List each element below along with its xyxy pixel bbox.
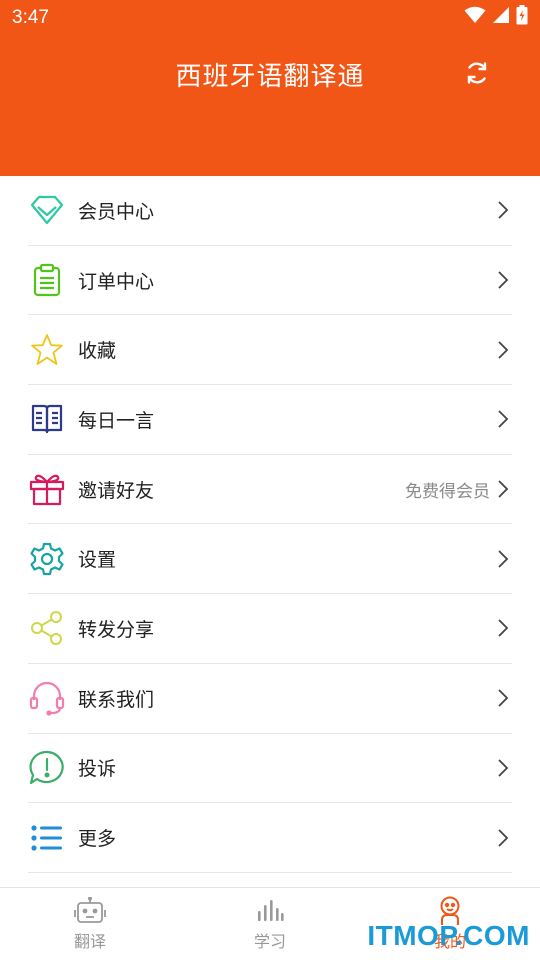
menu-item-vip[interactable]: 会员中心 [28, 176, 512, 246]
nav-tab-study[interactable]: 学习 [180, 888, 360, 960]
gear-icon [28, 540, 66, 578]
chevron-right-icon [494, 548, 512, 570]
chevron-right-icon [494, 827, 512, 849]
bars-icon [254, 896, 286, 926]
battery-icon [516, 5, 528, 31]
diamond-icon [28, 191, 66, 229]
chevron-right-icon [494, 757, 512, 779]
nav-tab-label: 翻译 [73, 932, 106, 951]
invite-hint: 免费得会员 [405, 481, 490, 502]
app-header: 西班牙语翻译通 [0, 36, 540, 176]
refresh-icon[interactable] [462, 58, 492, 88]
menu-item-label: 每日一言 [78, 409, 155, 432]
star-icon [28, 331, 66, 369]
status-time: 3:47 [12, 7, 49, 28]
menu-item-daily[interactable]: 每日一言 [28, 385, 512, 455]
headset-icon [28, 679, 66, 717]
menu-item-label: 会员中心 [78, 200, 155, 223]
menu-item-label: 联系我们 [78, 688, 155, 711]
menu-item-favorites[interactable]: 收藏 [28, 315, 512, 386]
chevron-right-icon [494, 269, 512, 291]
chevron-right-icon [494, 408, 512, 430]
profile-menu: 会员中心 订单中心 收藏 每日一言 邀请好友 免费得会员 设置 转发分享 联系我… [0, 176, 540, 873]
alert-bubble-icon [28, 749, 66, 787]
menu-item-more[interactable]: 更多 [28, 803, 512, 873]
book-icon [28, 400, 66, 438]
chevron-right-icon [494, 617, 512, 639]
menu-item-settings[interactable]: 设置 [28, 524, 512, 595]
chevron-right-icon [494, 687, 512, 709]
share-icon [28, 609, 66, 647]
menu-item-share[interactable]: 转发分享 [28, 594, 512, 664]
nav-tab-label: 学习 [253, 932, 286, 951]
menu-item-invite[interactable]: 邀请好友 免费得会员 [28, 455, 512, 525]
chevron-right-icon [494, 199, 512, 221]
menu-item-orders[interactable]: 订单中心 [28, 246, 512, 316]
menu-item-label: 转发分享 [78, 618, 155, 641]
menu-item-complaint[interactable]: 投诉 [28, 734, 512, 804]
nav-tab-translate[interactable]: 翻译 [0, 888, 180, 960]
menu-item-label: 邀请好友 [78, 479, 155, 502]
menu-item-label: 收藏 [78, 340, 117, 363]
menu-item-label: 更多 [78, 828, 117, 851]
gift-icon [28, 470, 66, 508]
robot-icon [74, 896, 106, 926]
status-bar: 3:47 [0, 0, 540, 36]
wifi-icon [464, 6, 486, 30]
chevron-right-icon [494, 478, 512, 500]
clipboard-icon [28, 261, 66, 299]
menu-item-label: 设置 [78, 549, 117, 572]
system-icons [464, 5, 528, 31]
page-title: 西班牙语翻译通 [175, 62, 365, 92]
watermark: ITMOP.COM [367, 920, 530, 951]
menu-item-label: 投诉 [78, 758, 117, 781]
chevron-right-icon [494, 339, 512, 361]
list-icon [28, 819, 66, 857]
menu-item-contact[interactable]: 联系我们 [28, 664, 512, 734]
menu-item-label: 订单中心 [78, 270, 155, 293]
signal-icon [492, 6, 510, 30]
